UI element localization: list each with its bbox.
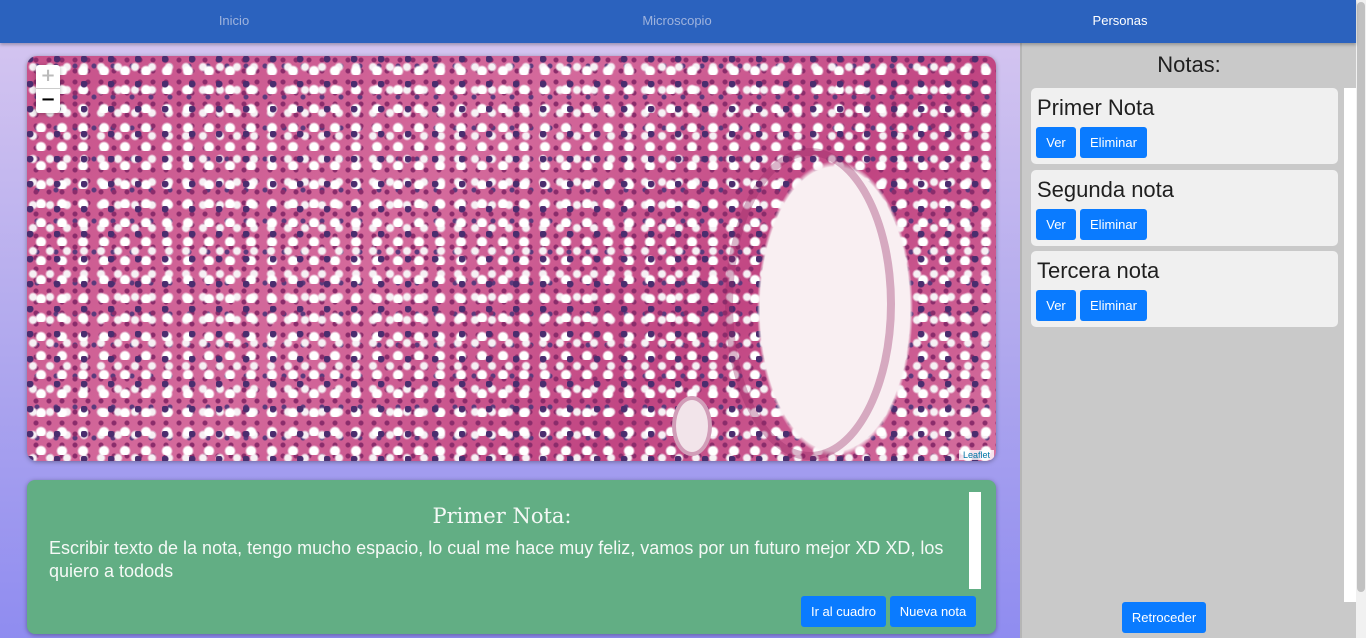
view-note-button[interactable]: Ver	[1036, 290, 1076, 321]
delete-note-button[interactable]: Eliminar	[1080, 127, 1147, 158]
note-detail-title: Primer Nota:	[432, 504, 572, 528]
microscope-map-viewer[interactable]: + − Leaflet	[27, 56, 996, 461]
notes-sidebar: Notas: Primer Nota Ver Eliminar Segunda …	[1020, 43, 1356, 638]
note-card: Segunda nota Ver Eliminar	[1031, 170, 1338, 246]
page-scroll-thumb[interactable]	[1357, 2, 1365, 592]
tissue-small-vessel	[672, 396, 712, 456]
sidebar-scrollbar[interactable]	[1344, 88, 1356, 602]
note-detail-body: Escribir texto de la nota, tengo mucho e…	[49, 538, 944, 581]
zoom-in-button[interactable]: +	[36, 65, 60, 89]
map-attribution-link[interactable]: Leaflet	[958, 450, 994, 460]
nav-link-microscopio[interactable]: Microscopio	[642, 13, 711, 28]
new-note-button[interactable]: Nueva nota	[890, 596, 976, 627]
note-detail-panel: Primer Nota: Escribir texto de la nota, …	[27, 480, 996, 634]
zoom-out-button[interactable]: −	[36, 89, 60, 113]
note-card-title: Primer Nota	[1037, 95, 1155, 120]
view-note-button[interactable]: Ver	[1036, 209, 1076, 240]
sidebar-title: Notas:	[1157, 52, 1221, 77]
zoom-control: + −	[36, 65, 60, 113]
go-to-frame-button[interactable]: Ir al cuadro	[801, 596, 886, 627]
delete-note-button[interactable]: Eliminar	[1080, 290, 1147, 321]
delete-note-button[interactable]: Eliminar	[1080, 209, 1147, 240]
note-card-title: Segunda nota	[1037, 177, 1175, 202]
view-note-button[interactable]: Ver	[1036, 127, 1076, 158]
nav-link-personas[interactable]: Personas	[1093, 13, 1148, 28]
nav-link-inicio[interactable]: Inicio	[219, 13, 249, 28]
note-scrollbar[interactable]	[969, 492, 981, 589]
note-card-title: Tercera nota	[1037, 258, 1160, 283]
top-navbar: Inicio Microscopio Personas	[0, 0, 1356, 43]
note-card: Primer Nota Ver Eliminar	[1031, 88, 1338, 164]
back-button[interactable]: Retroceder	[1122, 602, 1206, 633]
tissue-vessel	[725, 148, 895, 460]
page-scrollbar[interactable]	[1356, 0, 1366, 638]
note-card: Tercera nota Ver Eliminar	[1031, 251, 1338, 327]
